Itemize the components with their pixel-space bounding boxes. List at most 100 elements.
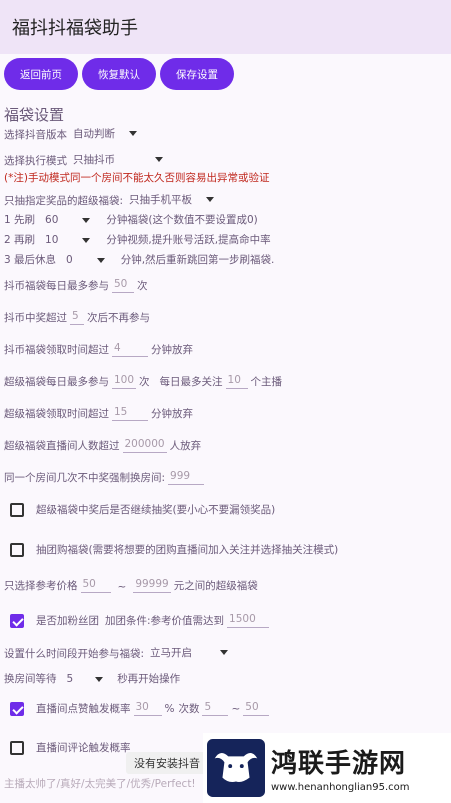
- like-row: 直播间点赞触发概率 30 % 次数 5 ~ 50: [10, 701, 272, 716]
- continue-after-win-checkbox[interactable]: [10, 502, 24, 517]
- start-time-select[interactable]: 立马开启: [150, 645, 229, 661]
- fan-group-input[interactable]: 1500: [227, 613, 270, 628]
- app-bar: 福抖抖福袋助手: [0, 0, 451, 54]
- step3-row: 3 最后休息 0 分钟,然后重新跳回第一步刷福袋.: [4, 252, 274, 267]
- manual-warning: (*注)手动模式同一个房间不能太久否则容易出异常或验证: [4, 172, 270, 184]
- price-range-unit: 元之间的超级福袋: [173, 580, 258, 592]
- douyin-version-select[interactable]: 自动判断: [73, 126, 137, 142]
- like-count-label: 次数: [178, 703, 200, 715]
- coin-win-unit: 次后不再参与: [87, 312, 150, 324]
- exec-mode-value: 只抽抖币: [73, 154, 115, 166]
- super-time-unit: 分钟放弃: [151, 408, 193, 420]
- exec-mode-label: 选择执行模式: [4, 155, 67, 167]
- follow-unit: 个主播: [250, 376, 283, 388]
- douyin-version-value: 自动判断: [73, 128, 115, 140]
- continue-after-win-row: 超级福袋中奖后是否继续抽奖(要小心不要漏领奖品): [10, 502, 275, 517]
- step3-suffix: 分钟,然后重新跳回第一步刷福袋.: [120, 254, 275, 266]
- step2-value: 10: [45, 234, 59, 246]
- fan-group-cond: 加团条件:参考价值需达到: [105, 615, 225, 627]
- toast-message: 没有安装抖音: [126, 752, 208, 774]
- comment-text-input[interactable]: 主播太帅了/真好/太完美了/优秀/Perfect!: [4, 776, 196, 791]
- super-prize-value: 只抽手机平板: [129, 194, 193, 206]
- super-prize-select[interactable]: 只抽手机平板: [129, 192, 215, 208]
- price-range-row: 只选择参考价格 50 ~ 99999 元之间的超级福袋: [4, 578, 258, 593]
- comment-checkbox[interactable]: [10, 740, 24, 755]
- bull-logo-icon: [207, 739, 265, 797]
- follow-input[interactable]: 10: [225, 374, 248, 389]
- exec-mode-row: 选择执行模式 只抽抖币: [4, 152, 163, 168]
- super-people-unit: 人放弃: [169, 440, 202, 452]
- action-buttons: 返回前页 恢复默认 保存设置: [0, 54, 451, 90]
- step1-select[interactable]: 60: [45, 214, 91, 227]
- like-prob-input[interactable]: 30: [133, 701, 162, 716]
- super-time-input[interactable]: 15: [112, 406, 148, 421]
- chevron-down-icon: [82, 237, 91, 243]
- super-time-label: 超级福袋领取时间超过: [4, 408, 109, 420]
- wait-unit: 秒再开始操作: [117, 673, 181, 685]
- continue-after-win-label: 超级福袋中奖后是否继续抽奖(要小心不要漏领奖品): [36, 504, 276, 516]
- super-daily-input[interactable]: 100: [112, 374, 137, 389]
- group-buy-checkbox[interactable]: [10, 542, 24, 557]
- step1-suffix: 分钟福袋(这个数值不要设置成0): [106, 214, 258, 226]
- watermark-name: 鸿联手游网: [271, 749, 407, 779]
- save-button[interactable]: 保存设置: [160, 58, 234, 90]
- chevron-down-icon: [206, 197, 215, 202]
- app-title: 福抖抖福袋助手: [12, 18, 138, 39]
- watermark: 鸿联手游网 www.henanhonglian95.com: [203, 733, 451, 803]
- fan-group-row: 是否加粉丝团 加团条件:参考价值需达到 1500: [10, 613, 272, 628]
- watermark-url: www.henanhonglian95.com: [271, 782, 410, 793]
- fan-group-label: 是否加粉丝团: [36, 615, 99, 627]
- same-room-input[interactable]: 999: [168, 470, 205, 485]
- follow-label: 每日最多关注: [159, 376, 223, 388]
- like-max-input[interactable]: 50: [243, 701, 270, 716]
- fan-group-checkbox[interactable]: [10, 613, 24, 628]
- group-buy-row: 抽团购福袋(需要将想要的团购直播间加入关注并选择抽关注模式): [10, 542, 338, 557]
- coin-time-input[interactable]: 4: [112, 342, 148, 357]
- wait-row: 换房间等待 5 秒再开始操作: [4, 671, 180, 686]
- start-time-value: 立马开启: [150, 647, 193, 659]
- price-tilde: ~: [117, 581, 127, 593]
- chevron-down-icon: [82, 217, 91, 223]
- like-min-input[interactable]: 5: [202, 701, 229, 716]
- chevron-down-icon: [220, 650, 229, 655]
- same-room-label: 同一个房间几次不中奖强制换房间:: [4, 472, 166, 484]
- coin-win-input[interactable]: 5: [70, 310, 84, 325]
- section-title: 福袋设置: [4, 106, 65, 124]
- comment-row: 直播间评论触发概率: [10, 740, 131, 755]
- price-max-input[interactable]: 99999: [133, 578, 171, 593]
- reset-button[interactable]: 恢复默认: [82, 58, 156, 90]
- super-daily-label: 超级福袋每日最多参与: [4, 376, 109, 388]
- coin-win-label: 抖币中奖超过: [4, 312, 67, 324]
- super-people-label: 超级福袋直播间人数超过: [4, 440, 120, 452]
- coin-daily-unit: 次: [137, 280, 148, 292]
- start-time-label: 设置什么时间段开始参与福袋:: [4, 648, 145, 660]
- like-checkbox[interactable]: [10, 701, 24, 716]
- super-daily-unit: 次: [139, 376, 150, 388]
- chevron-down-icon: [129, 131, 137, 136]
- wait-select[interactable]: 5: [67, 673, 104, 686]
- same-room-row: 同一个房间几次不中奖强制换房间: 999: [4, 470, 207, 485]
- douyin-version-label: 选择抖音版本: [4, 129, 67, 141]
- step1-value: 60: [45, 214, 59, 226]
- step3-value: 0: [66, 254, 73, 266]
- like-label: 直播间点赞触发概率: [36, 703, 131, 715]
- step2-select[interactable]: 10: [45, 234, 91, 247]
- super-people-input[interactable]: 200000: [122, 438, 167, 453]
- coin-time-unit: 分钟放弃: [151, 344, 193, 356]
- douyin-version-row: 选择抖音版本 自动判断: [4, 126, 137, 142]
- back-button[interactable]: 返回前页: [4, 58, 78, 90]
- watermark-text: 鸿联手游网 www.henanhonglian95.com: [271, 743, 410, 793]
- group-buy-label: 抽团购福袋(需要将想要的团购直播间加入关注并选择抽关注模式): [36, 544, 339, 556]
- coin-daily-input[interactable]: 50: [112, 278, 134, 293]
- coin-win-row: 抖币中奖超过 5 次后不再参与: [4, 310, 150, 325]
- comment-label: 直播间评论触发概率: [36, 742, 131, 754]
- step3-select[interactable]: 0: [66, 254, 105, 267]
- exec-mode-select[interactable]: 只抽抖币: [73, 152, 163, 168]
- price-min-input[interactable]: 50: [80, 578, 111, 593]
- coin-daily-label: 抖币福袋每日最多参与: [4, 280, 109, 292]
- super-prize-row: 只抽指定奖品的超级福袋: 只抽手机平板: [4, 192, 215, 208]
- step2-row: 2 再刷 10 分钟视频,提升账号活跃,提高命中率: [4, 232, 271, 247]
- coin-time-label: 抖币福袋领取时间超过: [4, 344, 109, 356]
- like-tilde: ~: [231, 702, 241, 715]
- coin-time-row: 抖币福袋领取时间超过 4 分钟放弃: [4, 342, 193, 357]
